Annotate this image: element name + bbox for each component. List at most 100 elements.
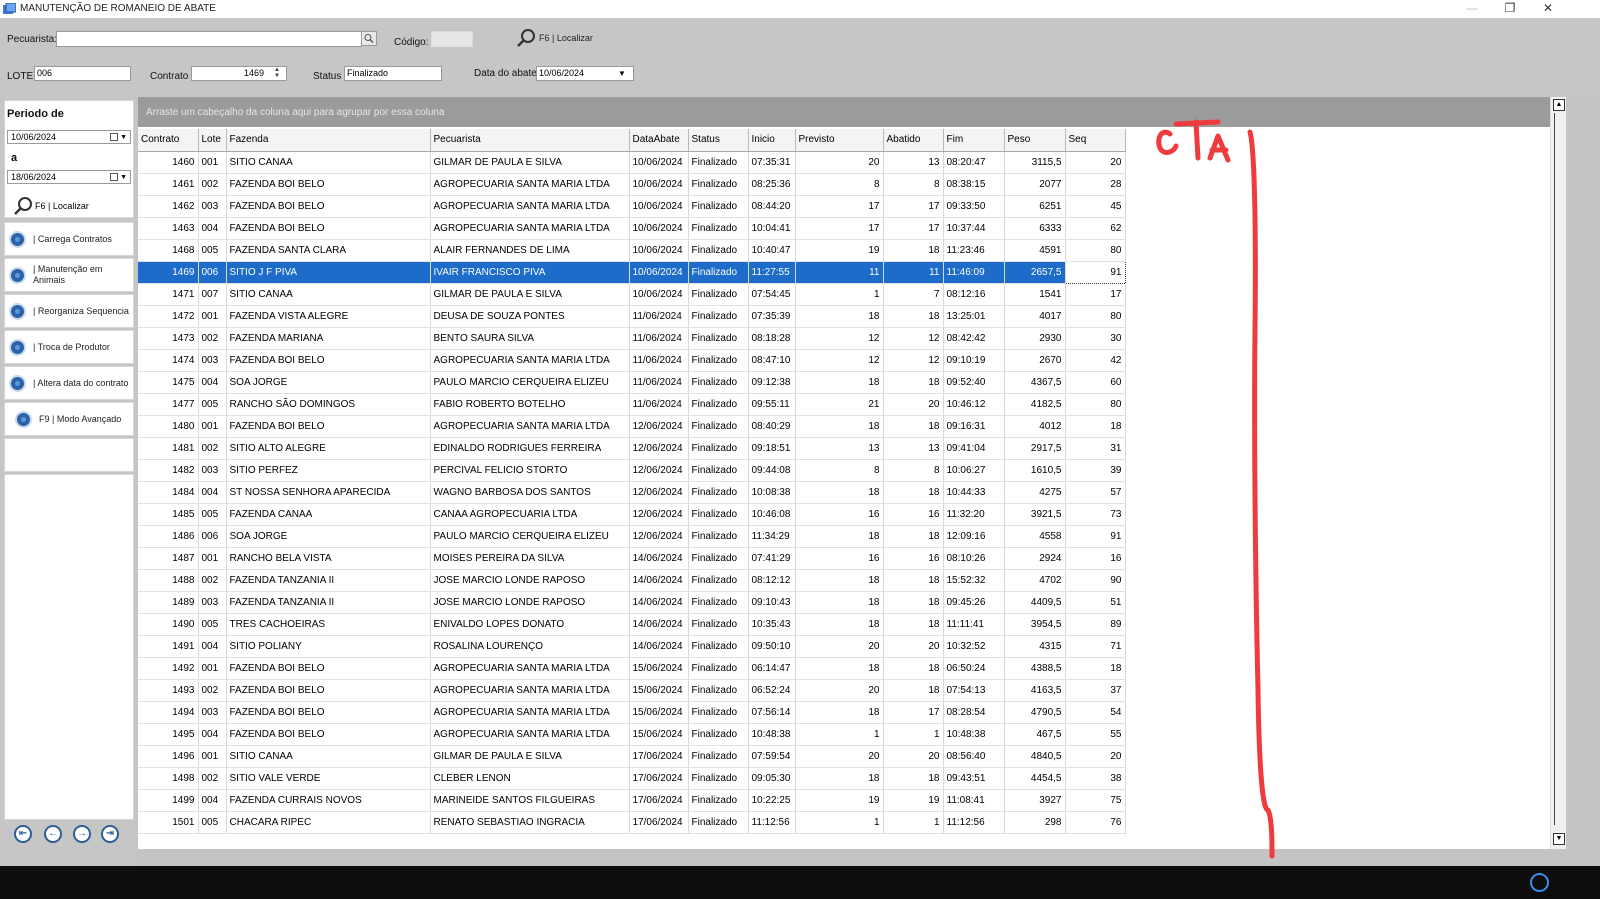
cell-inicio[interactable]: 11:34:29 <box>748 525 796 548</box>
cell-contrato[interactable]: 1495 <box>138 723 199 746</box>
cell-peso[interactable]: 4409,5 <box>1004 591 1066 614</box>
cell-seq[interactable]: 37 <box>1065 679 1126 702</box>
cell-contrato[interactable]: 1472 <box>138 305 199 328</box>
cell-dataabate[interactable]: 12/06/2024 <box>629 503 689 526</box>
cell-peso[interactable]: 2930 <box>1004 327 1066 350</box>
cell-status[interactable]: Finalizado <box>688 591 749 614</box>
cell-contrato[interactable]: 1469 <box>138 261 199 284</box>
cell-seq[interactable]: 45 <box>1065 195 1126 218</box>
cell-fazenda[interactable]: SITIO PERFEZ <box>226 459 431 482</box>
cell-inicio[interactable]: 07:59:54 <box>748 745 796 768</box>
altera-data-contrato-button[interactable]: | Altera data do contrato <box>4 366 134 400</box>
cell-peso[interactable]: 4454,5 <box>1004 767 1066 790</box>
cell-previsto[interactable]: 13 <box>795 437 884 460</box>
first-record-icon[interactable]: ⇤ <box>14 825 32 843</box>
cell-fim[interactable]: 08:20:47 <box>943 151 1005 174</box>
cell-peso[interactable]: 2670 <box>1004 349 1066 372</box>
group-by-panel[interactable]: Arraste um cabeçalho da coluna aqui para… <box>138 97 1550 127</box>
cell-fim[interactable]: 11:12:56 <box>943 811 1005 834</box>
cell-abatido[interactable]: 12 <box>883 327 944 350</box>
cell-seq[interactable]: 76 <box>1065 811 1126 834</box>
cell-lote[interactable]: 002 <box>198 327 227 350</box>
scroll-down-icon[interactable]: ▼ <box>1553 833 1565 845</box>
cell-lote[interactable]: 004 <box>198 789 227 812</box>
cell-abatido[interactable]: 18 <box>883 657 944 680</box>
cell-abatido[interactable]: 17 <box>883 701 944 724</box>
cell-fazenda[interactable]: SITIO CANAA <box>226 745 431 768</box>
cell-abatido[interactable]: 11 <box>883 261 944 284</box>
period-locate-button[interactable]: F6 | Localizar <box>13 196 123 216</box>
table-row[interactable]: 1475 004 SOA JORGE PAULO MARCIO CERQUEIRA E… <box>138 371 1126 394</box>
cell-dataabate[interactable]: 14/06/2024 <box>629 635 689 658</box>
cell-abatido[interactable]: 18 <box>883 679 944 702</box>
cell-inicio[interactable]: 10:48:38 <box>748 723 796 746</box>
cell-pecuarista[interactable]: BENTO SAURA SILVA <box>430 327 630 350</box>
restore-button[interactable]: ❐ <box>1492 0 1528 18</box>
cell-pecuarista[interactable]: WAGNO BARBOSA DOS SANTOS <box>430 481 630 504</box>
contrato-spinner[interactable]: ▲ ▼ <box>274 67 280 79</box>
cell-lote[interactable]: 001 <box>198 745 227 768</box>
cell-previsto[interactable]: 16 <box>795 503 884 526</box>
cell-lote[interactable]: 005 <box>198 811 227 834</box>
cell-inicio[interactable]: 10:46:08 <box>748 503 796 526</box>
cell-fim[interactable]: 08:12:16 <box>943 283 1005 306</box>
cell-dataabate[interactable]: 15/06/2024 <box>629 701 689 724</box>
cell-peso[interactable]: 4275 <box>1004 481 1066 504</box>
cell-abatido[interactable]: 8 <box>883 459 944 482</box>
cell-status[interactable]: Finalizado <box>688 459 749 482</box>
cell-inicio[interactable]: 07:56:14 <box>748 701 796 724</box>
cell-contrato[interactable]: 1473 <box>138 327 199 350</box>
cell-status[interactable]: Finalizado <box>688 239 749 262</box>
status-input[interactable]: Finalizado <box>344 66 442 81</box>
cell-dataabate[interactable]: 12/06/2024 <box>629 459 689 482</box>
cell-fazenda[interactable]: FAZENDA CURRAIS NOVOS <box>226 789 431 812</box>
cell-seq[interactable]: 55 <box>1065 723 1126 746</box>
cell-fim[interactable]: 09:16:31 <box>943 415 1005 438</box>
cell-dataabate[interactable]: 10/06/2024 <box>629 217 689 240</box>
cell-peso[interactable]: 4367,5 <box>1004 371 1066 394</box>
cell-peso[interactable]: 4790,5 <box>1004 701 1066 724</box>
cell-pecuarista[interactable]: ENIVALDO LOPES DONATO <box>430 613 630 636</box>
cell-previsto[interactable]: 20 <box>795 745 884 768</box>
cell-inicio[interactable]: 10:40:47 <box>748 239 796 262</box>
table-row[interactable]: 1486 006 SOA JORGE PAULO MARCIO CERQUEIRA E… <box>138 525 1126 548</box>
cell-previsto[interactable]: 12 <box>795 327 884 350</box>
cell-fazenda[interactable]: CHACARA RIPEC <box>226 811 431 834</box>
cell-dataabate[interactable]: 17/06/2024 <box>629 789 689 812</box>
cell-seq[interactable]: 80 <box>1065 393 1126 416</box>
cell-lote[interactable]: 005 <box>198 503 227 526</box>
cell-dataabate[interactable]: 15/06/2024 <box>629 679 689 702</box>
cell-inicio[interactable]: 07:35:31 <box>748 151 796 174</box>
cell-contrato[interactable]: 1460 <box>138 151 199 174</box>
cell-fazenda[interactable]: FAZENDA MARIANA <box>226 327 431 350</box>
cell-pecuarista[interactable]: AGROPECUARIA SANTA MARIA LTDA <box>430 657 630 680</box>
cell-pecuarista[interactable]: AGROPECUARIA SANTA MARIA LTDA <box>430 679 630 702</box>
cell-status[interactable]: Finalizado <box>688 415 749 438</box>
cell-contrato[interactable]: 1493 <box>138 679 199 702</box>
column-header-pecuarista[interactable]: Pecuarista <box>430 129 630 152</box>
cell-fim[interactable]: 09:41:04 <box>943 437 1005 460</box>
cell-pecuarista[interactable]: CANAA AGROPECUARIA LTDA <box>430 503 630 526</box>
cell-fazenda[interactable]: FAZENDA BOI BELO <box>226 657 431 680</box>
cell-lote[interactable]: 001 <box>198 415 227 438</box>
table-row[interactable]: 1496 001 SITIO CANAA GILMAR DE PAULA E SILV… <box>138 745 1126 768</box>
cell-dataabate[interactable]: 11/06/2024 <box>629 305 689 328</box>
cell-fim[interactable]: 11:23:46 <box>943 239 1005 262</box>
cell-dataabate[interactable]: 17/06/2024 <box>629 811 689 834</box>
cell-previsto[interactable]: 1 <box>795 811 884 834</box>
cell-seq[interactable]: 20 <box>1065 151 1126 174</box>
cell-fim[interactable]: 10:48:38 <box>943 723 1005 746</box>
cell-status[interactable]: Finalizado <box>688 481 749 504</box>
cell-contrato[interactable]: 1491 <box>138 635 199 658</box>
cell-inicio[interactable]: 11:27:55 <box>748 261 796 284</box>
column-header-previsto[interactable]: Previsto <box>795 129 884 152</box>
table-row[interactable]: 1473 002 FAZENDA MARIANA BENTO SAURA SILVA 1… <box>138 327 1126 350</box>
cell-contrato[interactable]: 1471 <box>138 283 199 306</box>
table-row[interactable]: 1489 003 FAZENDA TANZANIA II JOSE MARCIO LO… <box>138 591 1126 614</box>
cell-contrato[interactable]: 1480 <box>138 415 199 438</box>
cell-seq[interactable]: 18 <box>1065 657 1126 680</box>
cell-contrato[interactable]: 1461 <box>138 173 199 196</box>
cell-seq[interactable]: 38 <box>1065 767 1126 790</box>
cell-fim[interactable]: 10:46:12 <box>943 393 1005 416</box>
cell-abatido[interactable]: 18 <box>883 569 944 592</box>
